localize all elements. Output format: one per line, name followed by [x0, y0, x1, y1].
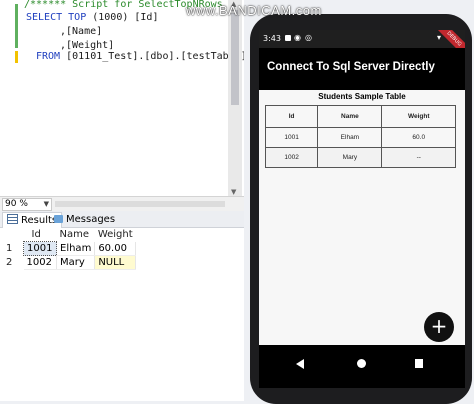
column-header-id[interactable]: Id [24, 228, 57, 242]
sync-icon: ◉ [294, 33, 301, 42]
cell-name[interactable]: Mary [56, 255, 96, 270]
from-object: [01101_Test].[dbo].[testTable] [66, 51, 244, 62]
back-icon[interactable] [296, 359, 304, 369]
android-nav-bar [259, 345, 465, 388]
app-title: Connect To Sql Server Directly [267, 61, 435, 73]
tab-messages[interactable]: Messages [50, 212, 119, 227]
table-row: 1002 Mary -- [264, 147, 456, 168]
table-row[interactable]: 1 1001 Elham 60.00 [0, 241, 137, 256]
results-table: Id Name Weight 1 1001 Elham 60.00 2 1002… [0, 228, 137, 270]
ssms-window: /****** Script for SelectTopNRows SELECT… [0, 0, 244, 401]
student-id: 1002 [264, 147, 319, 168]
select-args: (1000) [Id] [92, 12, 159, 23]
chevron-down-icon: ▼ [43, 200, 49, 208]
students-table: Id Name Weight 1001 Elham 60.0 1002 Mary… [264, 105, 456, 168]
code-line-select: SELECT TOP (1000) [Id] [26, 11, 158, 25]
row-number-header [0, 228, 24, 242]
student-weight: 60.0 [381, 127, 456, 148]
students-header-weight: Weight [381, 105, 456, 128]
student-weight: -- [381, 147, 456, 168]
cell-weight[interactable]: 60.00 [94, 241, 137, 256]
cell-id[interactable]: 1001 [23, 241, 57, 256]
results-grid[interactable]: Id Name Weight 1 1001 Elham 60.00 2 1002… [0, 228, 244, 401]
wifi-icon: ▾ [437, 33, 442, 42]
zoom-value: 90 % [5, 199, 28, 209]
code-line-from: FROM [01101_Test].[dbo].[testTable] [36, 50, 244, 64]
app-bar: Connect To Sql Server Directly [259, 48, 465, 90]
result-tabs: Results Messages [0, 211, 244, 228]
keyword-select: SELECT [26, 12, 63, 23]
grid-icon [7, 214, 18, 224]
student-id: 1001 [264, 127, 319, 148]
zoom-select[interactable]: 90 % ▼ [2, 198, 52, 211]
horizontal-scroll-track[interactable] [55, 201, 225, 207]
scroll-thumb[interactable] [231, 10, 239, 105]
scroll-down-icon[interactable]: ▼ [231, 188, 236, 196]
watermark: www.BANDICAM.com [186, 3, 322, 18]
editor-vertical-scrollbar[interactable]: ▲ ▼ [228, 0, 242, 196]
add-button[interactable]: + [424, 312, 454, 342]
keyword-from: FROM [36, 51, 61, 62]
table-row: 1001 Elham 60.0 [264, 127, 456, 148]
home-icon[interactable] [357, 359, 366, 368]
cell-name[interactable]: Elham [56, 241, 96, 256]
editor-horizontal-scrollbar: 90 % ▼ [0, 196, 244, 211]
tab-messages-label: Messages [66, 214, 116, 225]
results-header-row: Id Name Weight [0, 228, 136, 242]
column-header-weight[interactable]: Weight [95, 228, 136, 242]
student-name: Elham [317, 127, 383, 148]
table-row[interactable]: 2 1002 Mary NULL [0, 255, 137, 270]
status-time: 3:43 [263, 34, 281, 43]
students-header-row: Id Name Weight [264, 105, 456, 128]
row-number: 2 [6, 257, 13, 268]
row-number: 1 [6, 243, 13, 254]
students-header-id: Id [264, 105, 319, 128]
change-marker-yellow [15, 51, 18, 63]
notification-icon [285, 35, 291, 41]
column-header-name[interactable]: Name [57, 228, 95, 242]
students-header-name: Name [317, 105, 383, 128]
query-editor[interactable]: /****** Script for SelectTopNRows SELECT… [0, 0, 244, 196]
keyword-top: TOP [68, 12, 87, 23]
recents-icon[interactable] [415, 359, 423, 368]
table-caption: Students Sample Table [318, 92, 406, 101]
cell-id[interactable]: 1002 [23, 255, 57, 270]
cell-weight[interactable]: NULL [94, 255, 137, 270]
status-bar: 3:43 ◉ ◎ ▾ DEBUG [259, 30, 465, 62]
code-line-name: ,[Name] [60, 26, 103, 37]
student-name: Mary [317, 147, 383, 168]
change-marker-green [15, 4, 18, 48]
record-icon: ◎ [305, 33, 312, 42]
phone-screen: 3:43 ◉ ◎ ▾ DEBUG Connect To Sql Server D… [259, 30, 465, 388]
message-icon [54, 215, 63, 223]
